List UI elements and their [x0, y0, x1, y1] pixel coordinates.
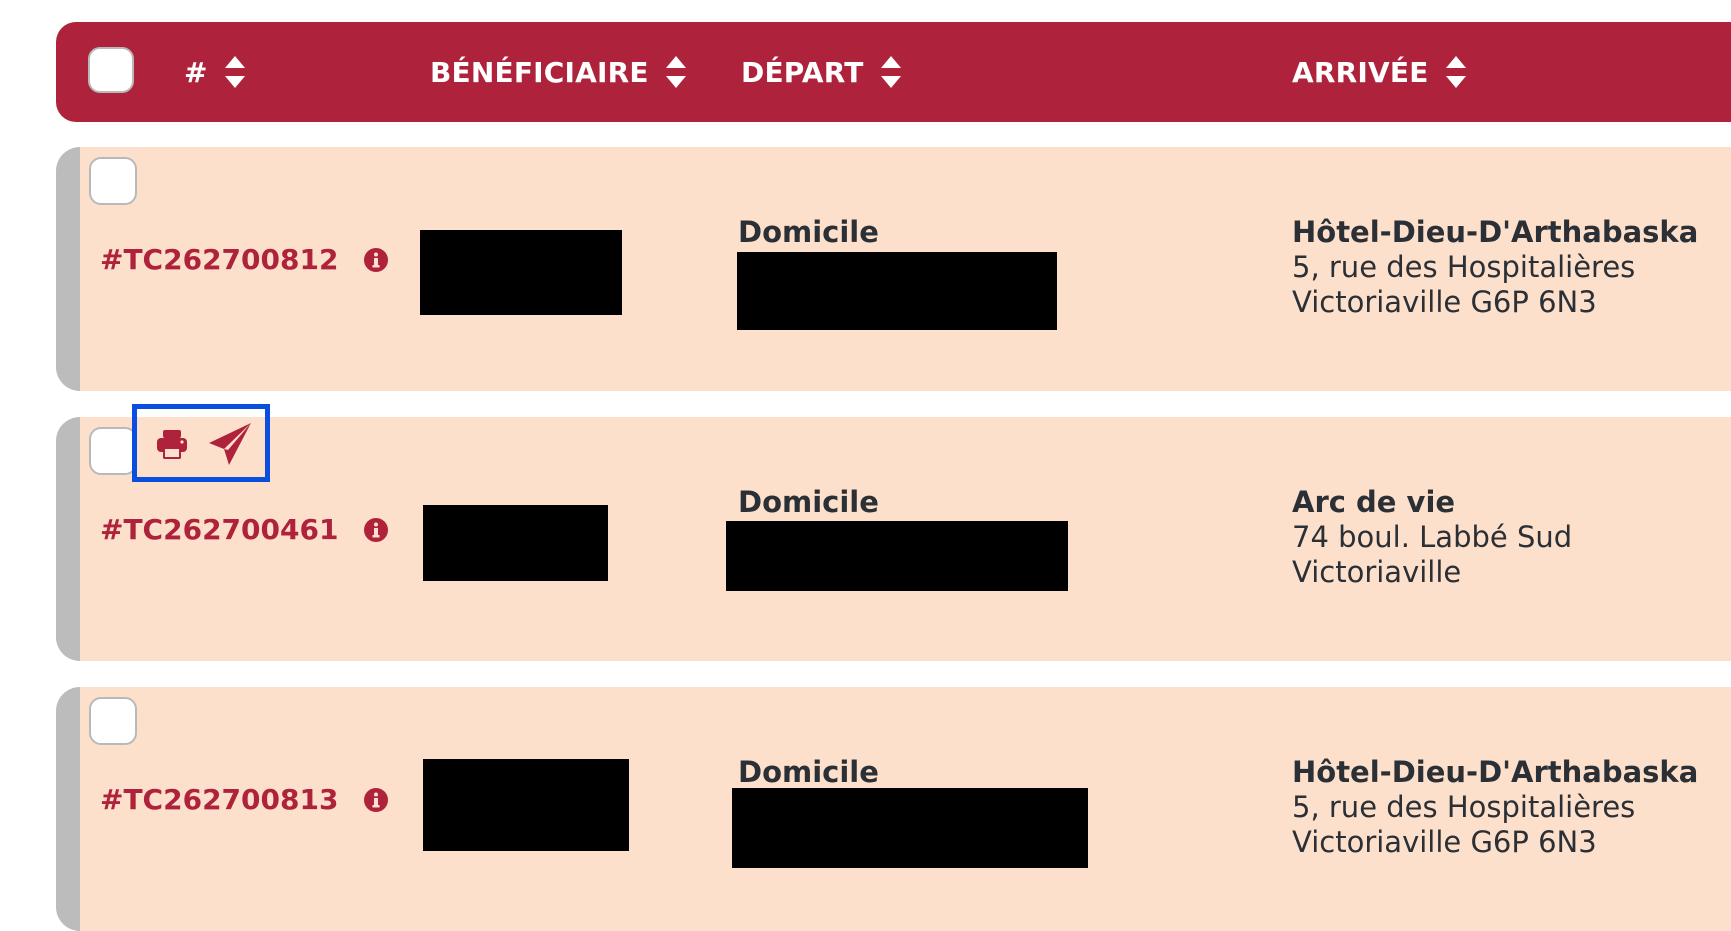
arrival-name: Arc de vie — [1292, 485, 1456, 519]
transport-id-label: #TC262700461 — [100, 513, 339, 546]
print-icon[interactable] — [155, 427, 189, 461]
column-header-number[interactable]: # — [184, 54, 246, 90]
table-row[interactable]: #TC262700812 Domicile Hôtel-Dieu-D'Artha… — [56, 147, 1731, 391]
sort-icon[interactable] — [880, 54, 902, 90]
column-header-beneficiary[interactable]: BÉNÉFICIAIRE — [430, 54, 687, 90]
column-label: # — [184, 55, 208, 89]
arrival-address-line1: 5, rue des Hospitalières — [1292, 250, 1636, 284]
redacted-beneficiary — [420, 230, 622, 315]
redacted-departure-address — [726, 521, 1068, 591]
arrival-address-line2: Victoriaville G6P 6N3 — [1292, 285, 1597, 319]
info-icon[interactable] — [364, 517, 389, 542]
transport-id-label: #TC262700813 — [100, 783, 339, 816]
column-label: ARRIVÉE — [1292, 55, 1429, 89]
table-header: # BÉNÉFICIAIRE DÉPART ARRIVÉE — [56, 22, 1731, 122]
transport-id[interactable]: #TC262700813 — [100, 783, 389, 816]
redacted-departure-address — [732, 788, 1088, 868]
info-icon[interactable] — [364, 787, 389, 812]
select-all-checkbox[interactable] — [88, 47, 134, 93]
column-header-arrival[interactable]: ARRIVÉE — [1292, 54, 1467, 90]
arrival-name: Hôtel-Dieu-D'Arthabaska — [1292, 215, 1699, 249]
table-row[interactable]: #TC262700813 Domicile Hôtel-Dieu-D'Artha… — [56, 687, 1731, 931]
row-checkbox[interactable] — [89, 697, 137, 745]
table-row[interactable]: #TC262700461 Domicile Arc de vie 74 boul… — [56, 417, 1731, 661]
sort-icon[interactable] — [665, 54, 687, 90]
arrival-address-line1: 5, rue des Hospitalières — [1292, 790, 1636, 824]
transport-id[interactable]: #TC262700812 — [100, 243, 389, 276]
arrival-name: Hôtel-Dieu-D'Arthabaska — [1292, 755, 1699, 789]
arrival-address-line2: Victoriaville G6P 6N3 — [1292, 825, 1597, 859]
sort-icon[interactable] — [1445, 54, 1467, 90]
transport-id[interactable]: #TC262700461 — [100, 513, 389, 546]
sort-icon[interactable] — [224, 54, 246, 90]
row-actions-toolbar — [132, 404, 270, 482]
redacted-beneficiary — [423, 759, 629, 851]
arrival-address-line1: 74 boul. Labbé Sud — [1292, 520, 1573, 554]
send-icon[interactable] — [207, 421, 253, 467]
transport-id-label: #TC262700812 — [100, 243, 339, 276]
departure-label: Domicile — [738, 755, 879, 789]
info-icon[interactable] — [364, 247, 389, 272]
arrival-address-line2: Victoriaville — [1292, 555, 1462, 589]
row-checkbox[interactable] — [89, 157, 137, 205]
row-checkbox[interactable] — [89, 427, 137, 475]
departure-label: Domicile — [738, 485, 879, 519]
column-label: DÉPART — [741, 55, 864, 89]
column-label: BÉNÉFICIAIRE — [430, 55, 649, 89]
redacted-beneficiary — [423, 505, 608, 581]
column-header-departure[interactable]: DÉPART — [741, 54, 902, 90]
redacted-departure-address — [737, 252, 1057, 330]
departure-label: Domicile — [738, 215, 879, 249]
